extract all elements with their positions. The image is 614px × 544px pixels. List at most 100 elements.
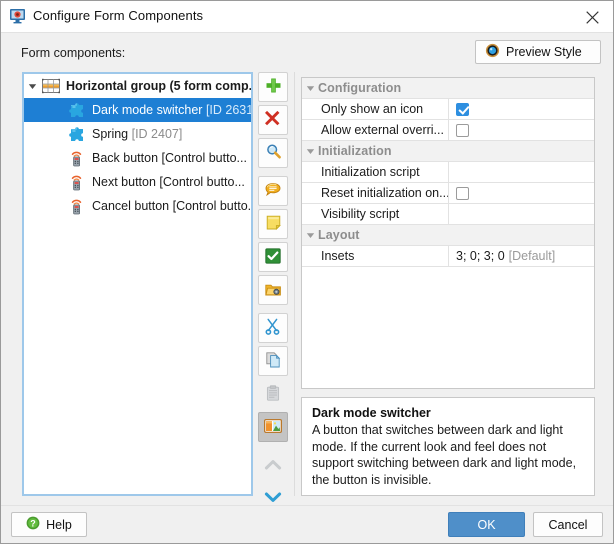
tree-twisty-placeholder xyxy=(50,98,66,122)
puzzle-piece-icon xyxy=(66,122,88,146)
tree-row[interactable]: Back button [Control butto... xyxy=(24,146,251,170)
property-name: Only show an icon xyxy=(302,99,449,119)
property-group-header[interactable]: Configuration xyxy=(302,78,594,99)
folder-icon xyxy=(265,282,281,299)
tree-row[interactable]: Spring [ID 2407] xyxy=(24,122,251,146)
form-components-tree[interactable]: Horizontal group (5 form comp... Dark mod… xyxy=(22,72,253,496)
close-icon[interactable] xyxy=(577,5,607,29)
property-group-label: Configuration xyxy=(318,81,402,95)
preview-button[interactable] xyxy=(258,412,288,442)
property-row[interactable]: Only show an icon xyxy=(302,99,594,120)
chevron-down-icon[interactable] xyxy=(302,147,318,156)
cut-button[interactable] xyxy=(258,313,288,343)
horizontal-group-icon xyxy=(40,74,62,98)
tree-row[interactable]: Next button [Control butto... xyxy=(24,170,251,194)
help-question-icon: ? xyxy=(26,516,40,533)
tree-row-label: Next button [Control butto... xyxy=(92,175,245,189)
property-value[interactable] xyxy=(449,204,594,224)
ok-button[interactable]: OK xyxy=(448,512,525,537)
tree-row-id: [ID 2407] xyxy=(131,127,183,141)
preview-style-button[interactable]: Preview Style xyxy=(475,40,601,64)
chevron-down-icon[interactable] xyxy=(24,74,40,98)
chevron-down-icon[interactable] xyxy=(302,231,318,240)
form-components-label: Form components: xyxy=(21,46,126,60)
validate-button[interactable] xyxy=(258,242,288,272)
delete-button[interactable] xyxy=(258,105,288,135)
plus-icon xyxy=(265,77,282,97)
help-button[interactable]: ? Help xyxy=(11,512,87,537)
move-down-button[interactable] xyxy=(258,483,288,513)
green-check-icon xyxy=(265,247,281,267)
chevron-up-icon xyxy=(264,457,282,474)
property-row[interactable]: Visibility script xyxy=(302,204,594,225)
tree-row-label: Horizontal group (5 form comp... xyxy=(66,79,251,93)
property-group-header[interactable]: Initialization xyxy=(302,141,594,162)
property-value[interactable] xyxy=(449,183,594,203)
magnifier-icon xyxy=(265,143,282,163)
tree-row-label: Back button [Control butto... xyxy=(92,151,247,165)
description-body: A button that switches between dark and … xyxy=(312,423,577,487)
comment-button[interactable] xyxy=(258,176,288,206)
property-name: Insets xyxy=(302,246,449,266)
chevron-down-icon xyxy=(264,490,282,507)
property-default-marker: [Default] xyxy=(508,249,556,263)
find-button[interactable] xyxy=(258,138,288,168)
property-table[interactable]: Configuration Only show an icon Allow exte… xyxy=(301,77,595,389)
preview-style-icon xyxy=(485,43,500,61)
control-button-icon xyxy=(66,170,88,194)
tree-row[interactable]: Dark mode switcher [ID 2631] xyxy=(24,98,251,122)
property-value[interactable] xyxy=(449,162,594,182)
chevron-down-icon[interactable] xyxy=(302,84,318,93)
control-button-icon xyxy=(66,146,88,170)
tree-row-label: Spring [ID 2407] xyxy=(92,127,183,141)
svg-text:?: ? xyxy=(30,518,36,528)
tree-row-label: Dark mode switcher [ID 2631] xyxy=(88,103,251,117)
help-label: Help xyxy=(46,517,72,532)
window-title: Configure Form Components xyxy=(33,8,204,23)
checkbox-checked[interactable] xyxy=(456,102,469,116)
checkbox-unchecked[interactable] xyxy=(456,123,469,137)
configure-form-components-dialog: Configure Form Components Form component… xyxy=(0,0,614,544)
preview-style-label: Preview Style xyxy=(506,44,582,59)
property-group-header[interactable]: Layout xyxy=(302,225,594,246)
description-panel: Dark mode switcher A button that switche… xyxy=(301,397,595,496)
red-x-icon xyxy=(264,110,282,130)
tree-row-label: Cancel button [Control butto... xyxy=(92,199,251,213)
copy-button[interactable] xyxy=(258,346,288,376)
tree-row[interactable]: Horizontal group (5 form comp... xyxy=(24,74,251,98)
property-name: Allow external overri... xyxy=(302,120,449,140)
property-row[interactable]: Reset initialization on... xyxy=(302,183,594,204)
property-row[interactable]: Insets 3; 0; 3; 0 [Default] xyxy=(302,246,594,267)
property-name: Reset initialization on... xyxy=(302,183,449,203)
property-value[interactable] xyxy=(449,120,594,140)
control-button-icon xyxy=(66,194,88,218)
checkbox-unchecked[interactable] xyxy=(456,186,469,200)
panel-divider xyxy=(294,72,295,496)
note-button[interactable] xyxy=(258,209,288,239)
move-up-button xyxy=(258,450,288,480)
tree-twisty-placeholder xyxy=(50,146,66,170)
cancel-button[interactable]: Cancel xyxy=(533,512,603,537)
add-button[interactable] xyxy=(258,72,288,102)
clipboard-icon xyxy=(266,384,280,404)
yellow-note-icon xyxy=(266,215,281,233)
property-row[interactable]: Initialization script xyxy=(302,162,594,183)
property-group-label: Initialization xyxy=(318,144,392,158)
tree-twisty-placeholder xyxy=(50,170,66,194)
property-name: Initialization script xyxy=(302,162,449,182)
tree-row-id: [ID 2631] xyxy=(205,103,251,117)
property-value-text: 3; 0; 3; 0 xyxy=(456,249,505,263)
property-value[interactable] xyxy=(449,99,594,119)
property-name: Visibility script xyxy=(302,204,449,224)
property-value[interactable]: 3; 0; 3; 0 [Default] xyxy=(449,246,594,266)
title-divider xyxy=(1,32,613,33)
property-row[interactable]: Allow external overri... xyxy=(302,120,594,141)
tree-twisty-placeholder xyxy=(50,122,66,146)
copy-icon xyxy=(265,351,281,371)
browse-button[interactable] xyxy=(258,275,288,305)
tree-twisty-placeholder xyxy=(50,194,66,218)
paste-button xyxy=(258,379,288,409)
tree-row[interactable]: Cancel button [Control butto... xyxy=(24,194,251,218)
speech-bubble-icon xyxy=(265,182,282,200)
app-monitor-icon xyxy=(9,8,26,24)
